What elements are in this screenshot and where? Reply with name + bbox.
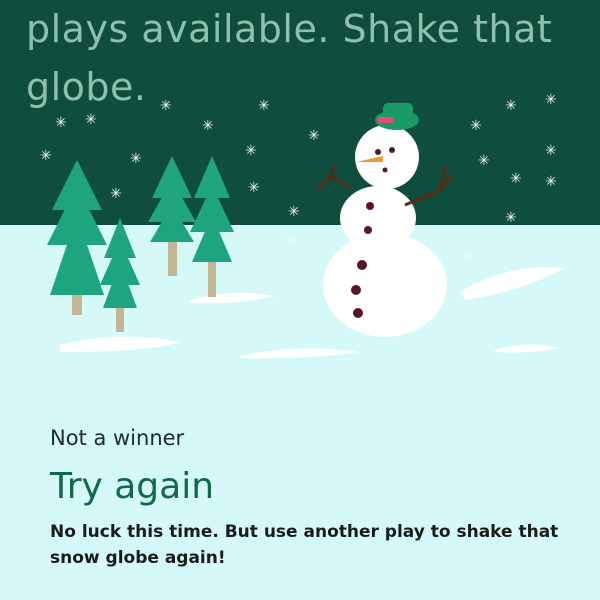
result-eyebrow: Not a winner	[50, 426, 185, 450]
svg-text:✳: ✳	[470, 118, 482, 134]
svg-text:✳: ✳	[285, 232, 297, 248]
svg-text:✳: ✳	[505, 210, 517, 226]
svg-text:✳: ✳	[545, 143, 557, 159]
svg-text:✳: ✳	[202, 118, 214, 134]
svg-text:✳: ✳	[462, 250, 474, 266]
svg-text:✳: ✳	[55, 115, 67, 131]
svg-text:✳: ✳	[288, 204, 300, 220]
svg-text:✳: ✳	[545, 174, 557, 190]
snow-globe-scene[interactable]: ✳ ✳ ✳ ✳ ✳ ✳ ✳ ✳ ✳ ✳ ✳ ✳ ✳ ✳ ✳ ✳ ✳ ✳ ✳ ✳ ✳ ✳ plays avai…	[0, 0, 600, 400]
svg-text:✳: ✳	[248, 180, 260, 196]
svg-text:✳: ✳	[130, 151, 142, 167]
result-panel: Not a winner Try again No luck this time…	[50, 420, 570, 571]
svg-text:✳: ✳	[308, 128, 320, 144]
plays-available-text: plays available. Shake that globe.	[26, 7, 553, 109]
result-message: No luck this time. But use another play …	[50, 522, 559, 568]
svg-text:✳: ✳	[510, 171, 522, 187]
svg-text:✳: ✳	[478, 153, 490, 169]
snowy-ground	[0, 225, 600, 400]
svg-text:✳: ✳	[245, 143, 257, 159]
svg-text:✳: ✳	[110, 186, 122, 202]
svg-text:✳: ✳	[40, 148, 52, 164]
result-headline: Try again	[50, 466, 215, 507]
